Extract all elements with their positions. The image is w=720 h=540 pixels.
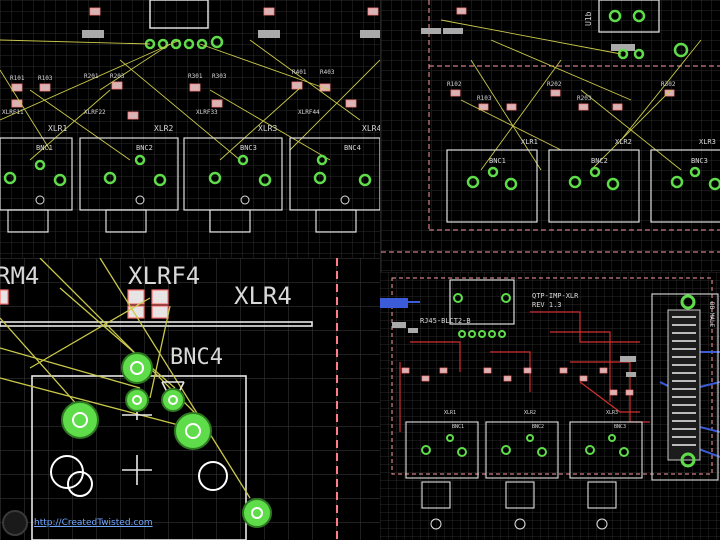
- bnc-label: BNC2: [591, 157, 608, 165]
- resistor-label: R203: [110, 73, 125, 80]
- connector-label: RJ45-BLCT2-B: [420, 317, 471, 325]
- xlr-label: XLR2: [154, 124, 173, 133]
- xlrf-label: XLRF11: [2, 109, 24, 116]
- bnc-label: BNC4: [170, 345, 223, 370]
- xlr-partial-label: RM4: [0, 262, 39, 290]
- bnc-label: BNC2: [532, 424, 544, 430]
- pcb-view-top-left[interactable]: XLR1 XLR2 XLR3 XLR4 BNC1 BNC2 BNC3 BNC4 …: [0, 0, 380, 258]
- resistor-label: R301: [188, 73, 203, 80]
- bnc-label: BNC3: [614, 424, 626, 430]
- xlr-label: XLR1: [444, 410, 456, 416]
- pcb-canvas-bottom-right[interactable]: QTP-IMP-XLR REV 1.3 RJ45-BLCT2-B DB-MALE…: [380, 272, 720, 540]
- credit-footer: http://CreatedTwisted.com: [2, 508, 202, 538]
- pcb-view-top-right[interactable]: U1b XLR1 XLR2 XLR3 BNC1 BNC2 BNC3 R102 R…: [380, 0, 720, 272]
- pcb-canvas-top-right[interactable]: U1b XLR1 XLR2 XLR3 BNC1 BNC2 BNC3 R102 R…: [381, 0, 720, 272]
- xlrf-label: XLRF4: [128, 262, 200, 290]
- pcb-view-bottom-left-zoom[interactable]: RM4 XLRF4 XLR4 BNC4: [0, 258, 380, 540]
- bnc-label: BNC2: [136, 144, 153, 152]
- bnc-label: BNC1: [489, 157, 506, 165]
- pcb-canvas-bottom-left[interactable]: RM4 XLRF4 XLR4 BNC4: [0, 258, 380, 540]
- db-connector-label: DB-MALE: [708, 302, 715, 328]
- bnc-label: BNC4: [344, 144, 361, 152]
- resistor-label: R303: [212, 73, 227, 80]
- xlrf-label: XLRF22: [84, 109, 106, 116]
- bnc-label: BNC3: [691, 157, 708, 165]
- xlr-label: XLR1: [48, 124, 67, 133]
- xlr-label: XLR2: [524, 410, 536, 416]
- xlrf-label: XLRF44: [298, 109, 320, 116]
- resistor-label: R103: [477, 95, 492, 102]
- resistor-label: R302: [661, 81, 676, 88]
- resistor-label: R401: [292, 69, 307, 76]
- resistor-label: R403: [320, 69, 335, 76]
- resistor-label: R202: [547, 81, 562, 88]
- xlr-label: XLR4: [362, 124, 380, 133]
- resistor-label: R103: [38, 75, 53, 82]
- xlrf-label: XLRF33: [196, 109, 218, 116]
- xlr-label: XLR1: [521, 138, 538, 146]
- credit-link[interactable]: http://CreatedTwisted.com: [34, 518, 153, 528]
- site-logo-icon: [2, 510, 28, 536]
- resistor-label: R201: [84, 73, 99, 80]
- resistor-label: R102: [447, 81, 462, 88]
- resistor-label: R203: [577, 95, 592, 102]
- bnc-label: BNC1: [36, 144, 53, 152]
- xlr-label: XLR4: [234, 282, 292, 310]
- ic-label: U1b: [584, 11, 593, 26]
- pcb-layout-screenshot: XLR1 XLR2 XLR3 XLR4 BNC1 BNC2 BNC3 BNC4 …: [0, 0, 720, 540]
- xlr-label: XLR3: [606, 410, 618, 416]
- board-title: QTP-IMP-XLR: [532, 292, 579, 300]
- xlr-label: XLR3: [699, 138, 716, 146]
- xlr-label: XLR2: [615, 138, 632, 146]
- xlr-label: XLR3: [258, 124, 277, 133]
- pcb-canvas-top-left[interactable]: XLR1 XLR2 XLR3 XLR4 BNC1 BNC2 BNC3 BNC4 …: [0, 0, 380, 258]
- resistor-label: R101: [10, 75, 25, 82]
- board-revision: REV 1.3: [532, 301, 562, 309]
- bnc-label: BNC1: [452, 424, 464, 430]
- pcb-view-bottom-right-board[interactable]: QTP-IMP-XLR REV 1.3 RJ45-BLCT2-B DB-MALE…: [380, 272, 720, 540]
- bnc-label: BNC3: [240, 144, 257, 152]
